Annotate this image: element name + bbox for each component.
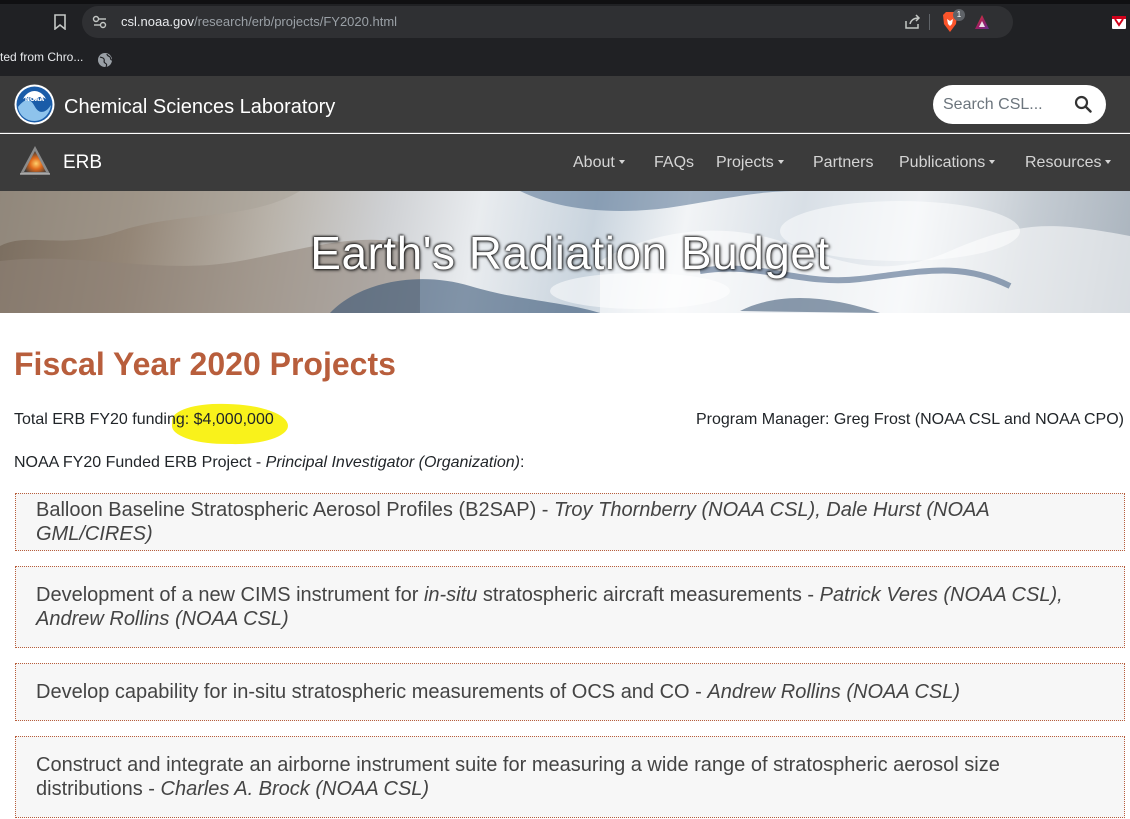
search-input[interactable] bbox=[943, 94, 1071, 116]
erb-logo-icon[interactable]: · · · bbox=[17, 142, 53, 180]
project-title: Development of a new CIMS instrument for bbox=[36, 584, 424, 606]
project-text: Balloon Baseline Stratospheric Aerosol P… bbox=[36, 498, 1104, 546]
nav-projects-label: Projects bbox=[716, 154, 774, 171]
bookmarks-bar: ted from Chro... bbox=[0, 44, 1130, 76]
project-card[interactable]: Construct and integrate an airborne inst… bbox=[15, 736, 1125, 818]
project-text: Develop capability for in-situ stratosph… bbox=[36, 680, 960, 704]
project-title-italic: in-situ bbox=[423, 584, 478, 606]
site-header: NOAA Chemical Sciences Laboratory bbox=[0, 76, 1130, 133]
legend-italic: Principal Investigator (Organization) bbox=[265, 454, 521, 471]
url-text[interactable]: csl.noaa.gov/research/erb/projects/FY202… bbox=[121, 14, 397, 29]
erb-title[interactable]: ERB bbox=[63, 152, 102, 174]
search-button[interactable] bbox=[1073, 95, 1093, 115]
address-bar[interactable]: csl.noaa.gov/research/erb/projects/FY202… bbox=[82, 6, 1013, 38]
nav-about-label: About bbox=[573, 154, 615, 171]
nav-partners-label: Partners bbox=[813, 154, 874, 171]
globe-icon[interactable] bbox=[97, 52, 113, 68]
project-pis: Andrew Rollins (NOAA CSL) bbox=[707, 681, 961, 703]
svg-text:· · ·: · · · bbox=[33, 176, 38, 180]
nav-resources-label: Resources bbox=[1025, 154, 1102, 171]
erb-navbar: · · · ERB About FAQs Projects Partners P… bbox=[0, 134, 1130, 191]
url-path: /research/erb/projects/FY2020.html bbox=[194, 14, 398, 29]
project-title-rest: stratospheric aircraft measurements - bbox=[477, 584, 820, 606]
program-manager: Program Manager: Greg Frost (NOAA CSL an… bbox=[696, 411, 1124, 428]
legend-suffix: : bbox=[520, 454, 525, 471]
page-title: Fiscal Year 2020 Projects bbox=[14, 346, 396, 382]
shields-count-badge: 1 bbox=[953, 9, 965, 21]
project-card[interactable]: Balloon Baseline Stratospheric Aerosol P… bbox=[15, 493, 1125, 551]
project-title: Develop capability for in-situ stratosph… bbox=[36, 681, 708, 703]
bookmark-icon[interactable] bbox=[48, 10, 72, 34]
toolbar-divider bbox=[929, 14, 930, 30]
nav-projects[interactable]: Projects bbox=[716, 154, 784, 172]
noaa-logo-icon[interactable]: NOAA bbox=[14, 84, 55, 125]
funding-label: Total ERB FY20 funding: bbox=[14, 411, 194, 428]
project-legend: NOAA FY20 Funded ERB Project - Principal… bbox=[14, 454, 524, 472]
nav-resources[interactable]: Resources bbox=[1025, 154, 1112, 172]
project-card[interactable]: Development of a new CIMS instrument for… bbox=[15, 566, 1125, 648]
brave-rewards-icon[interactable] bbox=[973, 13, 991, 31]
nav-partners[interactable]: Partners bbox=[813, 154, 873, 172]
browser-toolbar: csl.noaa.gov/research/erb/projects/FY202… bbox=[0, 0, 1130, 44]
nav-publications[interactable]: Publications bbox=[899, 154, 996, 172]
caret-down-icon bbox=[989, 160, 996, 164]
nav-publications-label: Publications bbox=[899, 154, 986, 171]
search-box bbox=[933, 85, 1106, 124]
funding-value: $4,000,000 bbox=[193, 411, 274, 428]
bookmark-item-imported[interactable]: ted from Chro... bbox=[0, 50, 83, 64]
nav-faqs-label: FAQs bbox=[654, 154, 695, 171]
project-title: Balloon Baseline Stratospheric Aerosol P… bbox=[36, 499, 555, 521]
share-icon[interactable] bbox=[902, 12, 922, 32]
caret-down-icon bbox=[777, 160, 784, 164]
svg-text:NOAA: NOAA bbox=[25, 96, 45, 103]
site-title[interactable]: Chemical Sciences Laboratory bbox=[64, 96, 335, 119]
banner-title: Earth's Radiation Budget bbox=[310, 227, 830, 279]
url-host: csl.noaa.gov bbox=[121, 14, 194, 29]
project-text: Development of a new CIMS instrument for… bbox=[36, 583, 1104, 631]
caret-down-icon bbox=[618, 160, 625, 164]
caret-down-icon bbox=[1105, 160, 1112, 164]
project-card[interactable]: Develop capability for in-situ stratosph… bbox=[15, 663, 1125, 721]
tab-strip-edge bbox=[0, 0, 1130, 4]
funding-line: Total ERB FY20 funding: $4,000,000 bbox=[14, 411, 274, 429]
search-icon bbox=[1074, 95, 1092, 113]
nav-faqs[interactable]: FAQs bbox=[654, 154, 694, 172]
project-pis: Charles A. Brock (NOAA CSL) bbox=[160, 778, 430, 800]
site-info-icon[interactable] bbox=[91, 13, 109, 31]
hero-banner: Earth's Radiation Budget bbox=[0, 191, 1130, 313]
project-text: Construct and integrate an airborne inst… bbox=[36, 753, 1104, 801]
legend-prefix: NOAA FY20 Funded ERB Project - bbox=[14, 454, 266, 471]
nav-about[interactable]: About bbox=[573, 154, 625, 172]
extension-icon[interactable] bbox=[1111, 13, 1127, 31]
